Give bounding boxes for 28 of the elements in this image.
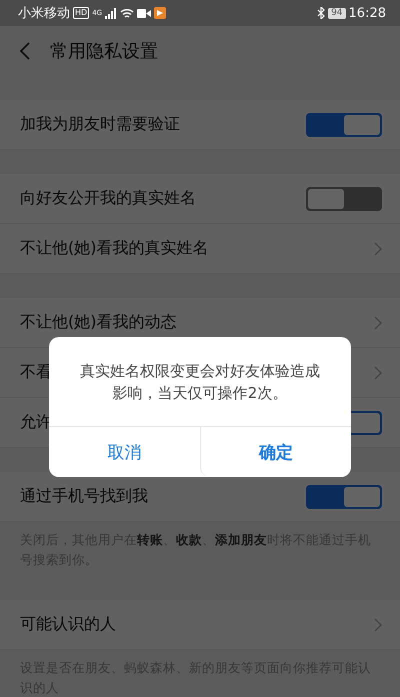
setting-label: 不让他(她)看我的真实姓名 — [20, 238, 208, 259]
setting-label: 允许 — [20, 412, 52, 433]
chevron-right-icon[interactable] — [374, 618, 382, 632]
app-icon — [154, 7, 166, 19]
bluetooth-icon — [317, 7, 326, 19]
setting-label: 向好友公开我的真实姓名 — [20, 188, 196, 209]
video-camera-icon — [137, 8, 152, 18]
toggle-switch[interactable] — [306, 484, 382, 508]
clock: 16:28 — [348, 6, 386, 20]
chevron-right-icon[interactable] — [374, 242, 382, 256]
setting-label: 加我为朋友时需要验证 — [20, 114, 180, 135]
page-title: 常用隐私设置 — [50, 40, 158, 63]
setting-label: 不看 — [20, 362, 52, 383]
chevron-right-icon[interactable] — [374, 366, 382, 380]
toggle-switch[interactable] — [306, 112, 382, 136]
signal-icon — [105, 8, 118, 18]
toggle-switch[interactable] — [306, 186, 382, 210]
setting-label: 不让他(她)看我的动态 — [20, 312, 176, 333]
battery-indicator: 94 — [328, 8, 346, 18]
carrier-name: 小米移动 — [18, 5, 70, 22]
hd-indicator: HD — [73, 7, 90, 19]
setting-label: 通过手机号找到我 — [20, 486, 148, 507]
confirm-button[interactable]: 确定 — [200, 427, 351, 477]
back-icon[interactable] — [20, 42, 30, 60]
chevron-right-icon[interactable] — [374, 316, 382, 330]
setting-label: 可能认识的人 — [20, 614, 116, 635]
wifi-icon — [120, 8, 134, 18]
dialog-message: 真实姓名权限变更会对好友体验造成影响，当天仅可操作2次。 — [79, 360, 321, 404]
